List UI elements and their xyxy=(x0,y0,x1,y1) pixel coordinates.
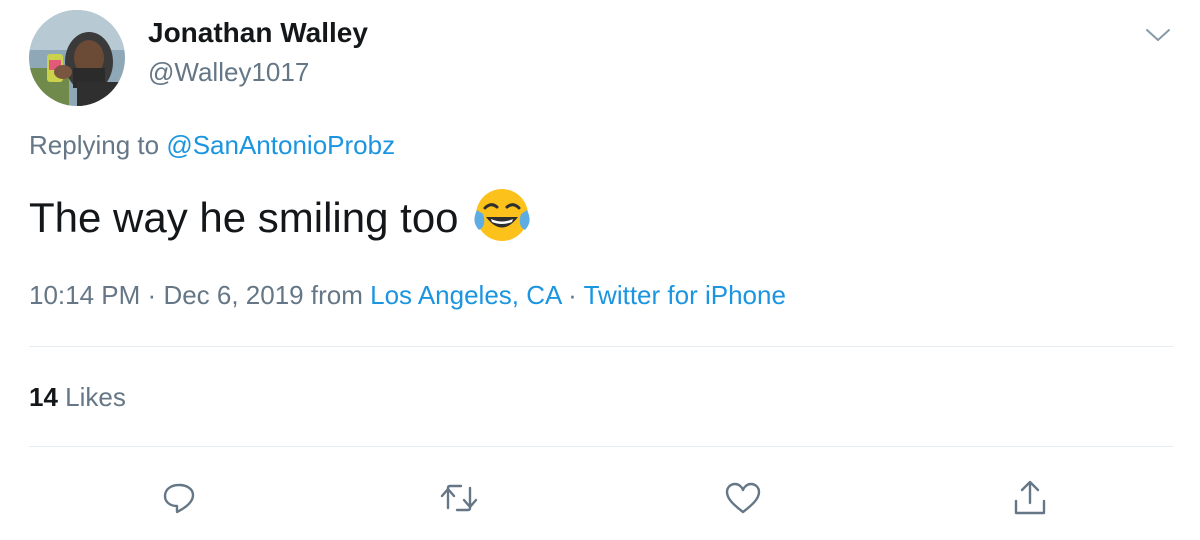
tweet-text: The way he smiling too xyxy=(29,189,531,244)
reply-mention-link[interactable]: @SanAntonioProbz xyxy=(166,130,395,160)
divider xyxy=(29,446,1173,447)
replying-to-label: Replying to xyxy=(29,130,160,160)
author-handle[interactable]: @Walley1017 xyxy=(148,57,309,88)
likes-stat[interactable]: 14 Likes xyxy=(29,382,126,413)
divider xyxy=(29,346,1173,347)
tweet-time: 10:14 PM xyxy=(29,280,141,310)
source-link[interactable]: Twitter for iPhone xyxy=(584,280,786,310)
likes-label: Likes xyxy=(65,382,126,412)
likes-count: 14 xyxy=(29,382,58,412)
meta-separator-2: · xyxy=(568,280,577,310)
chevron-down-icon[interactable] xyxy=(1140,17,1176,53)
tweet-date: Dec 6, 2019 xyxy=(163,280,304,310)
face-with-tears-of-joy-icon xyxy=(473,186,531,244)
avatar[interactable] xyxy=(29,10,125,106)
retweet-icon[interactable] xyxy=(435,474,483,522)
from-label: from xyxy=(310,280,363,310)
replying-to: Replying to @SanAntonioProbz xyxy=(29,130,395,161)
reply-icon[interactable] xyxy=(155,474,203,522)
author-display-name[interactable]: Jonathan Walley xyxy=(148,17,368,49)
meta-separator: · xyxy=(147,280,157,310)
avatar-photo xyxy=(29,10,125,106)
tweet-card: Jonathan Walley @Walley1017 Replying to … xyxy=(0,0,1200,540)
heart-icon[interactable] xyxy=(719,474,767,522)
tweet-meta: 10:14 PM · Dec 6, 2019 from Los Angeles,… xyxy=(29,280,786,311)
tweet-text-content: The way he smiling too xyxy=(29,194,459,241)
location-link[interactable]: Los Angeles, CA xyxy=(370,280,561,310)
share-icon[interactable] xyxy=(1006,474,1054,522)
